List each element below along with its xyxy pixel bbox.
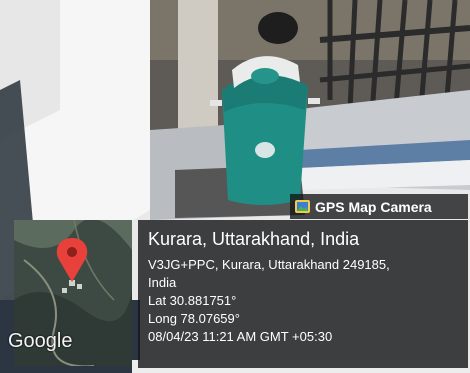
photo-scene: GPS Map Camera Google Kurara, Uttarakhan… bbox=[0, 0, 470, 373]
address-line-1: V3JG+PPC, Kurara, Uttarakhand 249185, bbox=[148, 257, 390, 272]
address-line-2: India bbox=[148, 275, 177, 290]
google-logo: Google bbox=[8, 330, 73, 352]
longitude: Long 78.07659° bbox=[148, 311, 240, 326]
latitude: Lat 30.881751° bbox=[148, 293, 237, 308]
badge-label: GPS Map Camera bbox=[315, 198, 432, 215]
location-title: Kurara, Uttarakhand, India bbox=[148, 229, 360, 249]
gps-map-camera-badge: GPS Map Camera bbox=[290, 194, 468, 219]
timestamp: 08/04/23 11:21 AM GMT +05:30 bbox=[148, 329, 333, 344]
camera-icon bbox=[295, 200, 310, 213]
location-info-panel: Kurara, Uttarakhand, India V3JG+PPC, Kur… bbox=[138, 220, 468, 368]
